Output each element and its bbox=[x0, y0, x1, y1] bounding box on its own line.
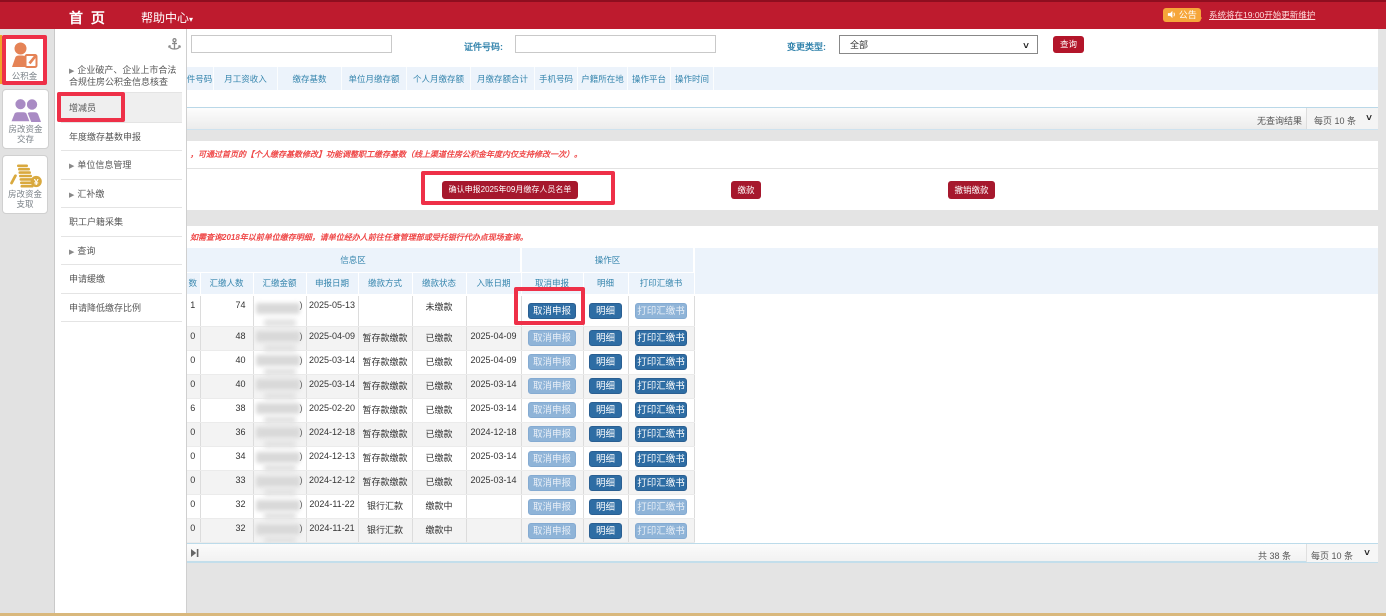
svg-text:¥: ¥ bbox=[34, 177, 39, 187]
